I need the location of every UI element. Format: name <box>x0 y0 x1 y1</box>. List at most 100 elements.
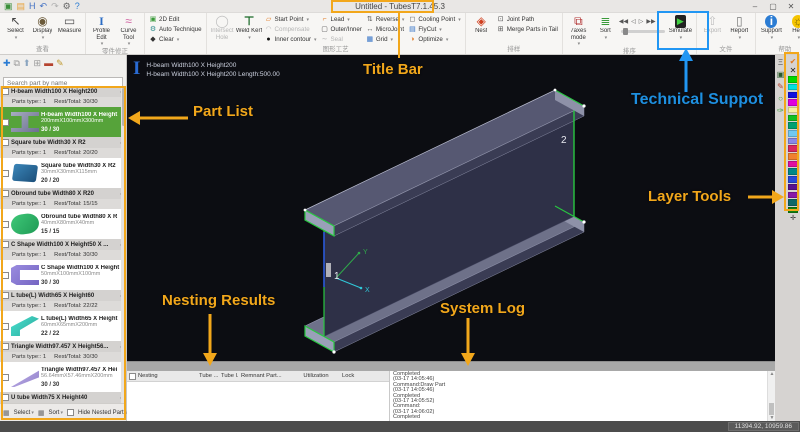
sort-button[interactable]: ≣ Sort▾ <box>592 14 619 47</box>
part-item-checkbox[interactable] <box>2 221 9 228</box>
part-item-checkbox[interactable] <box>2 323 9 330</box>
footer-select-button[interactable]: Select▾ <box>14 410 34 416</box>
outer-inner-button[interactable]: ▢ Outer/Inner <box>319 25 364 35</box>
col-tube[interactable]: Tube .... <box>197 373 219 379</box>
part-item[interactable]: H-beam Width100 X Height 200mmX100mmX300… <box>0 107 126 137</box>
col-nesting[interactable]: Nesting <box>138 373 158 379</box>
col-tube-l[interactable]: Tube l... <box>219 373 239 379</box>
measure-tool-icon[interactable]: Ξ <box>778 58 783 67</box>
part-group-checkbox[interactable] <box>2 88 9 95</box>
nest-button[interactable]: ◈ Nest <box>468 14 495 45</box>
microjoint-button[interactable]: ↔ MicroJoint <box>364 25 407 35</box>
layer-color-swatch[interactable] <box>788 84 798 91</box>
merge-parts-button[interactable]: ⊞ Merge Parts in Tail <box>495 25 560 35</box>
part-group-checkbox[interactable] <box>2 394 9 401</box>
part-group-checkbox[interactable] <box>2 292 9 299</box>
simulation-speed-slider[interactable] <box>621 30 665 33</box>
layer-color-swatch[interactable] <box>788 176 798 183</box>
layer-color-swatch[interactable] <box>788 168 798 175</box>
part-group-checkbox[interactable] <box>2 343 9 350</box>
simulate-button[interactable]: ▶ Simulate▾ <box>667 14 694 47</box>
curve-tool-button[interactable]: ≈ Curve Tool▾ <box>115 14 142 47</box>
layer-color-swatch[interactable] <box>788 115 798 122</box>
circle-tool-icon[interactable]: ○ <box>778 94 783 103</box>
inner-contour-button[interactable]: ● Inner contour▾ <box>263 35 319 45</box>
part-group-header[interactable]: C Shape Width100 X Height50 X ... ⌄ <box>0 239 126 250</box>
2d-edit-button[interactable]: ▣ 2D Edit <box>147 15 204 25</box>
part-group-header[interactable]: U tube Width75 X Height40 ⌄ <box>0 392 126 403</box>
col-remnant[interactable]: Remnant Part... <box>239 373 292 379</box>
part-item-checkbox[interactable] <box>2 170 9 177</box>
display-button[interactable]: ◉ Display▾ <box>29 14 56 45</box>
measure-button[interactable]: ▭ Measure <box>56 14 83 45</box>
part-item[interactable]: C Shape Width100 X Height 50mmX100mmX100… <box>0 260 126 290</box>
add-drawing-button[interactable]: ⊞ <box>34 58 42 69</box>
report-button[interactable]: ▯ Report▾ <box>726 14 753 45</box>
part-group-header[interactable]: Obround tube Width80 X R20 ⌄ <box>0 188 126 199</box>
joint-path-button[interactable]: ⊡ Joint Path <box>495 15 560 25</box>
part-item[interactable]: L tube(L) Width65 X Height 60mmX65mmX200… <box>0 311 126 341</box>
pencil-tool-icon[interactable]: ✎ <box>777 82 784 91</box>
part-group-checkbox[interactable] <box>2 190 9 197</box>
layer-color-swatch[interactable] <box>788 138 798 145</box>
part-group-header[interactable]: Square tube Width30 X R2 ⌄ <box>0 137 126 148</box>
flycut-button[interactable]: ▤ FlyCut▾ <box>406 25 462 35</box>
part-item[interactable]: Obround tube Width80 X R 40mmX80mmX40mm … <box>0 209 126 239</box>
col-lock[interactable]: Lock <box>340 373 389 379</box>
layer-color-swatch[interactable] <box>788 122 798 129</box>
delete-part-button[interactable]: ▬ <box>44 58 53 68</box>
col-utilization[interactable]: Utilization <box>292 373 340 379</box>
log-scrollbar[interactable]: ▲ ▼ <box>767 371 775 421</box>
grid-button[interactable]: ▦ Grid▾ <box>364 35 407 45</box>
camera-tool-icon[interactable]: ▣ <box>777 70 785 79</box>
layer-color-swatch[interactable] <box>788 130 798 137</box>
step-forward-button[interactable]: ▷ <box>639 18 644 25</box>
nesting-select-all-checkbox[interactable] <box>129 373 136 380</box>
edit-part-button[interactable]: ✎ <box>56 58 64 69</box>
help-button[interactable]: ☼ Help▾ <box>785 14 800 45</box>
footer-sort-button[interactable]: Sort▾ <box>48 410 63 416</box>
part-list-scrollbar[interactable] <box>121 86 126 403</box>
brush-tool-icon[interactable]: ✑ <box>777 106 784 115</box>
reverse-button[interactable]: ⇅ Reverse▾ <box>364 15 407 25</box>
part-group-header[interactable]: H-beam Width100 X Height200 ⌄ <box>0 86 126 97</box>
seal-button[interactable]: ∼ Seal <box>319 35 364 45</box>
hide-nested-checkbox[interactable] <box>67 409 74 416</box>
layer-x-icon[interactable]: ✕ <box>790 66 797 75</box>
part-group-header[interactable]: L tube(L) Width65 X Height60 ⌄ <box>0 290 126 301</box>
part-item[interactable]: Square tube Width30 X R2 30mmX30mmX115mm… <box>0 158 126 188</box>
auto-technique-button[interactable]: ⚙ Auto Technique <box>147 25 204 35</box>
copy-part-button[interactable]: ⧉ <box>14 58 20 69</box>
lead-button[interactable]: ⌐ Lead▾ <box>319 15 364 25</box>
layer-color-swatch[interactable] <box>788 199 798 206</box>
layer-color-swatch[interactable] <box>788 107 798 114</box>
part-group-checkbox[interactable] <box>2 139 9 146</box>
layer-check-icon[interactable]: ✔ <box>790 57 797 66</box>
support-button[interactable]: i Support▾ <box>758 14 785 45</box>
7axes-mode-button[interactable]: ⧉ 7axes mode▾ <box>565 14 592 47</box>
layer-bottom-icon[interactable]: ✛ <box>790 214 796 222</box>
layer-color-swatch[interactable] <box>788 207 798 214</box>
layer-color-swatch[interactable] <box>788 192 798 199</box>
panel-splitter[interactable] <box>127 361 775 371</box>
3d-viewport[interactable]: I H-beam Width100 X Height200 H-beam Wid… <box>127 55 775 361</box>
layer-color-swatch[interactable] <box>788 153 798 160</box>
layer-color-swatch[interactable] <box>788 92 798 99</box>
weld-kerf-button[interactable]: ⊤ Weld Kerf▾ <box>236 14 263 45</box>
cooling-point-button[interactable]: ◻ Cooling Point▾ <box>406 15 462 25</box>
layer-color-swatch[interactable] <box>788 161 798 168</box>
rewind-button[interactable]: ◀◀ <box>619 18 628 25</box>
profile-edit-button[interactable]: Ι Profile Edit▾ <box>88 14 115 47</box>
layer-color-swatch[interactable] <box>788 145 798 152</box>
intersect-hole-button[interactable]: ◯ Intersect Hole <box>209 14 236 45</box>
clear-button[interactable]: ◆ Clear▾ <box>147 35 204 45</box>
select-button[interactable]: ↖ Select▾ <box>2 14 29 45</box>
part-group-header[interactable]: Triangle Width97.457 X Height56... ⌄ <box>0 341 126 352</box>
start-point-button[interactable]: ▱ Start Point▾ <box>263 15 319 25</box>
part-item-checkbox[interactable] <box>2 119 9 126</box>
step-back-button[interactable]: ◁ <box>631 18 636 25</box>
compensate-button[interactable]: ◠ Compensate <box>263 25 319 35</box>
add-part-button[interactable]: ✚ <box>3 58 11 69</box>
layer-color-swatch[interactable] <box>788 99 798 106</box>
import-part-button[interactable]: ⬆ <box>23 58 31 69</box>
